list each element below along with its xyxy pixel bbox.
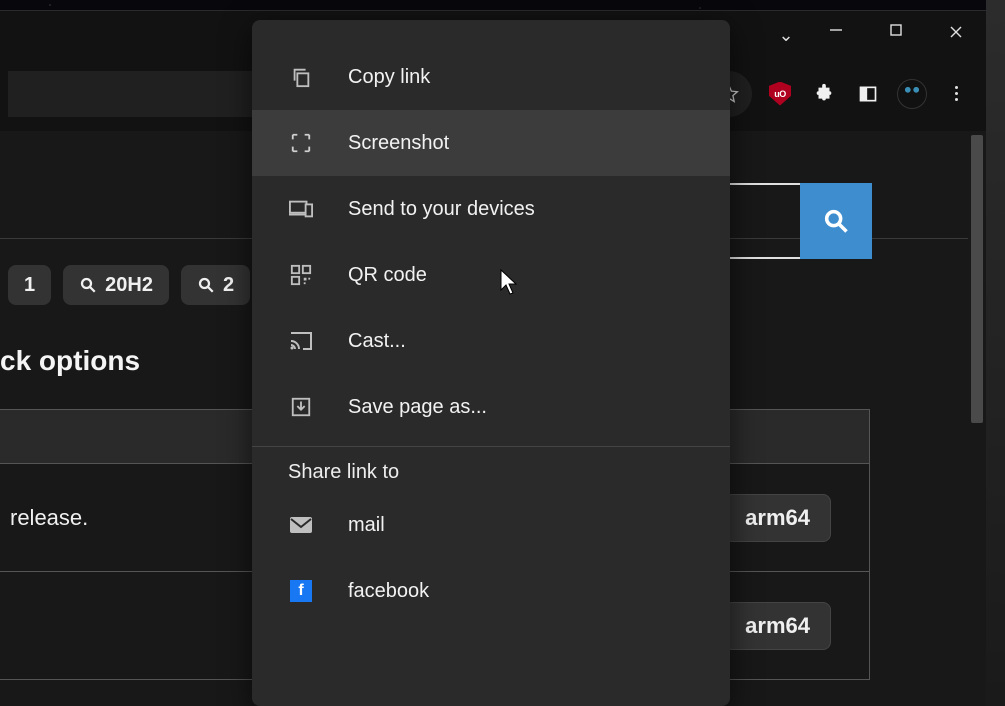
tab-search-chevron[interactable]: ⌄ bbox=[766, 17, 806, 46]
menu-item-label: facebook bbox=[348, 580, 429, 603]
window-close-button[interactable] bbox=[926, 17, 986, 44]
share-section-label: Share link to bbox=[252, 446, 730, 492]
puzzle-icon bbox=[813, 83, 835, 105]
menu-item-label: Send to your devices bbox=[348, 198, 535, 221]
filter-chip[interactable]: 2 bbox=[181, 265, 250, 305]
arch-tag[interactable]: arm64 bbox=[724, 602, 831, 650]
screenshot-icon bbox=[288, 130, 314, 156]
profile-avatar[interactable] bbox=[890, 74, 934, 114]
browser-menu-button[interactable] bbox=[934, 74, 978, 114]
row-description: release. bbox=[10, 505, 88, 531]
qr-icon bbox=[288, 262, 314, 288]
side-panel-button[interactable] bbox=[846, 74, 890, 114]
arch-tag[interactable]: arm64 bbox=[724, 494, 831, 542]
filter-chip[interactable]: 1 bbox=[8, 265, 51, 305]
menu-item-label: Cast... bbox=[348, 330, 406, 353]
devices-icon bbox=[288, 196, 314, 222]
kebab-icon bbox=[955, 86, 958, 101]
menu-item-label: Save page as... bbox=[348, 396, 487, 419]
search-icon bbox=[822, 207, 850, 235]
menu-item-label: mail bbox=[348, 514, 385, 537]
ublock-extension-icon[interactable]: uO bbox=[758, 74, 802, 114]
filter-chip[interactable]: 20H2 bbox=[63, 265, 169, 305]
menu-item-save-page-as[interactable]: Save page as... bbox=[252, 374, 730, 440]
share-target-facebook[interactable]: f facebook bbox=[252, 558, 730, 624]
mail-icon bbox=[288, 512, 314, 538]
extensions-button[interactable] bbox=[802, 74, 846, 114]
menu-item-label: Screenshot bbox=[348, 132, 449, 155]
copy-icon bbox=[288, 64, 314, 90]
chip-label: 2 bbox=[223, 274, 234, 297]
download-icon bbox=[288, 394, 314, 420]
search-icon bbox=[79, 276, 97, 294]
page-search-button[interactable] bbox=[800, 183, 872, 259]
chip-label: 20H2 bbox=[105, 274, 153, 297]
search-icon bbox=[197, 276, 215, 294]
menu-item-qr-code[interactable]: QR code bbox=[252, 242, 730, 308]
chip-label: 1 bbox=[24, 274, 35, 297]
menu-item-label: Copy link bbox=[348, 66, 430, 89]
menu-item-cast[interactable]: Cast... bbox=[252, 308, 730, 374]
menu-item-copy-link[interactable]: Copy link bbox=[252, 44, 730, 110]
menu-item-screenshot[interactable]: Screenshot bbox=[252, 110, 730, 176]
window-maximize-button[interactable] bbox=[866, 17, 926, 42]
vertical-scrollbar[interactable] bbox=[968, 131, 986, 706]
share-menu: Copy link Screenshot Send to your device… bbox=[252, 20, 730, 706]
window-minimize-button[interactable] bbox=[806, 17, 866, 42]
side-panel-icon bbox=[858, 84, 878, 104]
facebook-icon: f bbox=[288, 578, 314, 604]
share-target-mail[interactable]: mail bbox=[252, 492, 730, 558]
avatar-icon bbox=[897, 79, 927, 109]
cast-icon bbox=[288, 328, 314, 354]
scrollbar-thumb[interactable] bbox=[971, 135, 983, 423]
shield-icon: uO bbox=[769, 82, 791, 106]
menu-item-label: QR code bbox=[348, 264, 427, 287]
menu-item-send-to-devices[interactable]: Send to your devices bbox=[252, 176, 730, 242]
